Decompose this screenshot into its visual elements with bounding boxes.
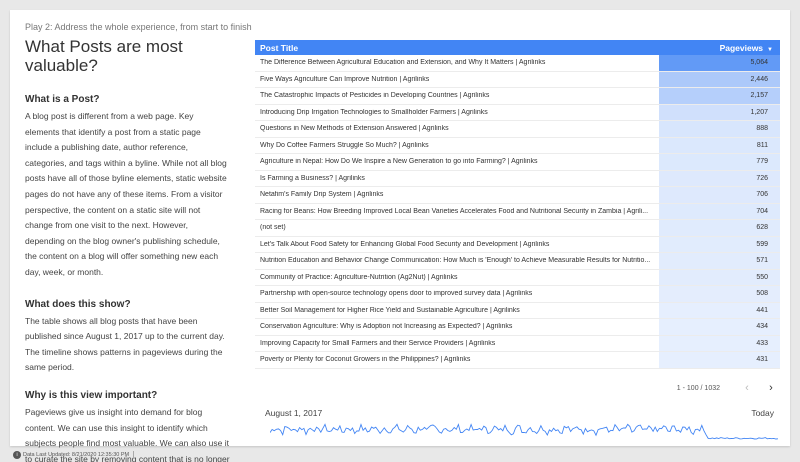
posts-table: Post Title Pageviews ▼ The Difference Bet…: [255, 40, 780, 369]
page-title: What Posts are most valuable?: [25, 37, 183, 75]
pageviews-cell: 5,064: [750, 59, 768, 67]
pageviews-cell: 2,157: [750, 92, 768, 100]
post-title-cell: Racing for Beans: How Breeding Improved …: [260, 207, 649, 215]
info-icon: i: [13, 451, 21, 459]
table-row[interactable]: Introducing Drip Irrigation Technologies…: [255, 104, 780, 121]
table-row[interactable]: Is Farming a Business? | Agrilinks 726: [255, 170, 780, 187]
pageviews-cell: 811: [756, 141, 768, 149]
play-title: Play 2: Address the whole experience, fr…: [25, 22, 252, 32]
section-what-does-this-show: What does this show? The table shows all…: [25, 299, 230, 376]
pageviews-cell: 433: [756, 339, 768, 347]
table-row[interactable]: The Catastrophic Impacts of Pesticides i…: [255, 88, 780, 105]
pageviews-cell: 779: [756, 158, 768, 166]
data-updated-text: Data Last Updated: 8/21/2020 12:35:30 PM: [23, 452, 130, 458]
pageviews-cell: 508: [756, 290, 768, 298]
section-heading: What is a Post?: [25, 94, 100, 105]
report-card: Play 2: Address the whole experience, fr…: [10, 10, 790, 462]
timeline-sparkline: [270, 423, 778, 440]
pageviews-cell: 704: [756, 207, 768, 215]
sort-desc-icon: ▼: [767, 46, 773, 53]
section-heading: Why is this view important?: [25, 389, 158, 401]
post-title-cell: (not set): [260, 224, 286, 232]
post-title-cell: Agriculture in Nepal: How Do We Inspire …: [260, 158, 538, 166]
post-title-cell: Community of Practice: Agriculture-Nutri…: [260, 273, 458, 281]
post-title-cell: Partnership with open-source technology …: [260, 290, 533, 298]
table-row[interactable]: The Difference Between Agricultural Educ…: [255, 55, 780, 72]
pageviews-cell: 1,207: [750, 108, 768, 116]
table-row[interactable]: Why Do Coffee Farmers Struggle So Much? …: [255, 137, 780, 154]
post-title-cell: Introducing Drip Irrigation Technologies…: [260, 108, 488, 116]
table-row[interactable]: Better Soil Management for Higher Rice Y…: [255, 302, 780, 319]
divider: [133, 451, 135, 459]
post-title-cell: Is Farming a Business? | Agrilinks: [260, 174, 365, 182]
pageviews-cell: 726: [756, 174, 768, 182]
table-row[interactable]: Let's Talk About Food Safety for Enhanci…: [255, 236, 780, 253]
post-title-cell: Better Soil Management for Higher Rice Y…: [260, 306, 520, 314]
pageviews-cell: 599: [756, 240, 768, 248]
table-row[interactable]: Partnership with open-source technology …: [255, 286, 780, 303]
post-title-cell: Questions in New Methods of Extension An…: [260, 125, 449, 133]
pagination: 1 - 100 / 1032 ‹ ›: [255, 381, 780, 395]
table-row[interactable]: Racing for Beans: How Breeding Improved …: [255, 203, 780, 220]
timeline-end-label: Today: [751, 408, 774, 418]
table-row[interactable]: Poverty or Plenty for Coconut Growers in…: [255, 352, 780, 369]
post-title-cell: Poverty or Plenty for Coconut Growers in…: [260, 356, 471, 364]
timeline-start-label: August 1, 2017: [265, 408, 323, 418]
table-row[interactable]: Agriculture in Nepal: How Do We Inspire …: [255, 154, 780, 171]
table-body: The Difference Between Agricultural Educ…: [255, 55, 780, 369]
table-row[interactable]: Netafim's Family Drip System | Agrilinks…: [255, 187, 780, 204]
footer: i Data Last Updated: 8/21/2020 12:35:30 …: [13, 451, 135, 459]
post-title-cell: Conservation Agriculture: Why is Adoptio…: [260, 323, 513, 331]
section-heading: What does this show?: [25, 298, 131, 310]
pageviews-cell: 628: [756, 224, 768, 232]
post-title-cell: Nutrition Education and Behavior Change …: [260, 257, 651, 265]
table-header: Post Title Pageviews ▼: [255, 40, 780, 55]
chevron-left-icon[interactable]: ‹: [740, 382, 754, 394]
table-row[interactable]: Nutrition Education and Behavior Change …: [255, 253, 780, 270]
section-what-is-post: What is a Post? A blog post is different…: [25, 94, 230, 281]
pageviews-cell: 434: [756, 323, 768, 331]
table-row[interactable]: Five Ways Agriculture Can Improve Nutrit…: [255, 71, 780, 88]
pageviews-cell: 441: [756, 306, 768, 314]
pageviews-cell: 2,446: [750, 75, 768, 83]
description-panel: What Posts are most valuable? What is a …: [25, 37, 230, 462]
post-title-cell: Netafim's Family Drip System | Agrilinks: [260, 191, 384, 199]
chevron-right-icon[interactable]: ›: [764, 382, 778, 394]
table-row[interactable]: (not set) 628: [255, 220, 780, 237]
section-body: The table shows all blog posts that have…: [25, 315, 225, 373]
post-title-cell: The Catastrophic Impacts of Pesticides i…: [260, 92, 490, 100]
column-header-pageviews[interactable]: Pageviews ▼: [720, 43, 773, 53]
pagination-range: 1 - 100 / 1032: [676, 384, 720, 392]
post-title-cell: The Difference Between Agricultural Educ…: [260, 59, 546, 67]
pageviews-cell: 888: [756, 125, 768, 133]
post-title-cell: Let's Talk About Food Safety for Enhanci…: [260, 240, 550, 248]
pageviews-cell: 431: [756, 356, 768, 364]
table-row[interactable]: Conservation Agriculture: Why is Adoptio…: [255, 319, 780, 336]
table-row[interactable]: Improving Capacity for Small Farmers and…: [255, 335, 780, 352]
pageviews-cell: 706: [756, 191, 768, 199]
column-header-post-title[interactable]: Post Title: [260, 43, 298, 53]
post-title-cell: Five Ways Agriculture Can Improve Nutrit…: [260, 75, 430, 83]
pageviews-timeline: August 1, 2017 Today: [255, 406, 780, 446]
pageviews-cell: 550: [756, 273, 768, 281]
post-title-cell: Why Do Coffee Farmers Struggle So Much? …: [260, 141, 429, 149]
section-body: A blog post is different from a web page…: [25, 111, 227, 277]
table-row[interactable]: Questions in New Methods of Extension An…: [255, 121, 780, 138]
pageviews-cell: 571: [756, 257, 768, 265]
post-title-cell: Improving Capacity for Small Farmers and…: [260, 339, 496, 347]
table-row[interactable]: Community of Practice: Agriculture-Nutri…: [255, 269, 780, 286]
